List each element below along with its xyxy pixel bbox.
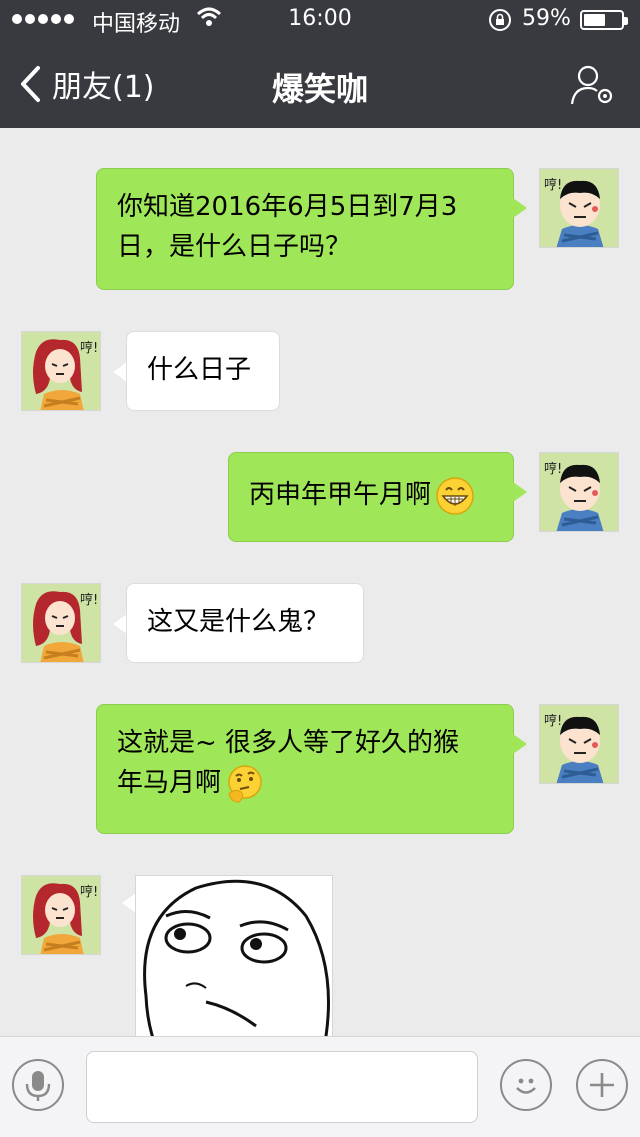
- avatar-caption: 哼!: [80, 592, 98, 608]
- friend-avatar[interactable]: 哼!: [21, 583, 101, 663]
- chat-info-button[interactable]: [570, 62, 616, 110]
- avatar-caption: 哼!: [80, 340, 98, 356]
- thinking-face-emoji-icon: [225, 764, 265, 804]
- smiley-icon: [516, 1078, 536, 1094]
- message-text-line: 日，是什么日子吗？: [117, 232, 352, 262]
- more-options-button[interactable]: [576, 1059, 628, 1111]
- friend-avatar[interactable]: 哼!: [21, 331, 101, 411]
- my-avatar[interactable]: 哼!: [539, 168, 619, 248]
- chat-title: 爆笑咖: [271, 70, 368, 108]
- message-input[interactable]: [86, 1051, 478, 1123]
- avatar-caption: 哼!: [544, 713, 562, 729]
- message-text: 什么日子: [147, 355, 252, 385]
- my-message-bubble[interactable]: 你知道2016年6月5日到7月3 日，是什么日子吗？: [96, 168, 514, 290]
- grinning-face-emoji-icon: [435, 476, 475, 516]
- emoji-button[interactable]: [500, 1059, 552, 1111]
- message-text-line: 年马月啊: [117, 768, 222, 798]
- user-settings-icon: [570, 65, 613, 105]
- message-text: 丙申年甲午月啊: [249, 480, 432, 510]
- message-text: 这又是什么鬼？: [147, 607, 330, 637]
- rotation-lock-icon: [488, 8, 512, 38]
- voice-button[interactable]: [12, 1059, 64, 1111]
- microphone-icon: [25, 1071, 51, 1101]
- my-message-bubble[interactable]: 这就是~ 很多人等了好久的猴 年马月啊: [96, 704, 514, 834]
- avatar-caption: 哼!: [80, 884, 98, 900]
- avatar-caption: 哼!: [544, 461, 562, 477]
- plus-icon: [590, 1073, 614, 1097]
- friend-message-bubble[interactable]: 什么日子: [126, 331, 280, 411]
- friend-avatar[interactable]: 哼!: [21, 875, 101, 955]
- status-bar: 中国移动 16:00 59%: [0, 0, 640, 40]
- my-message-bubble[interactable]: 丙申年甲午月啊: [228, 452, 514, 542]
- battery-percentage: 59%: [522, 6, 571, 31]
- my-avatar[interactable]: 哼!: [539, 452, 619, 532]
- message-text-line: 你知道2016年6月5日到7月3: [117, 192, 458, 222]
- battery-icon: [580, 10, 628, 30]
- message-text-line: 这就是~ 很多人等了好久的猴: [117, 728, 460, 758]
- input-bar: [0, 1036, 640, 1137]
- nav-bar: 朋友(1) 爆笑咖: [0, 40, 640, 128]
- my-avatar[interactable]: 哼!: [539, 704, 619, 784]
- friend-message-bubble[interactable]: 这又是什么鬼？: [126, 583, 364, 663]
- avatar-caption: 哼!: [544, 177, 562, 193]
